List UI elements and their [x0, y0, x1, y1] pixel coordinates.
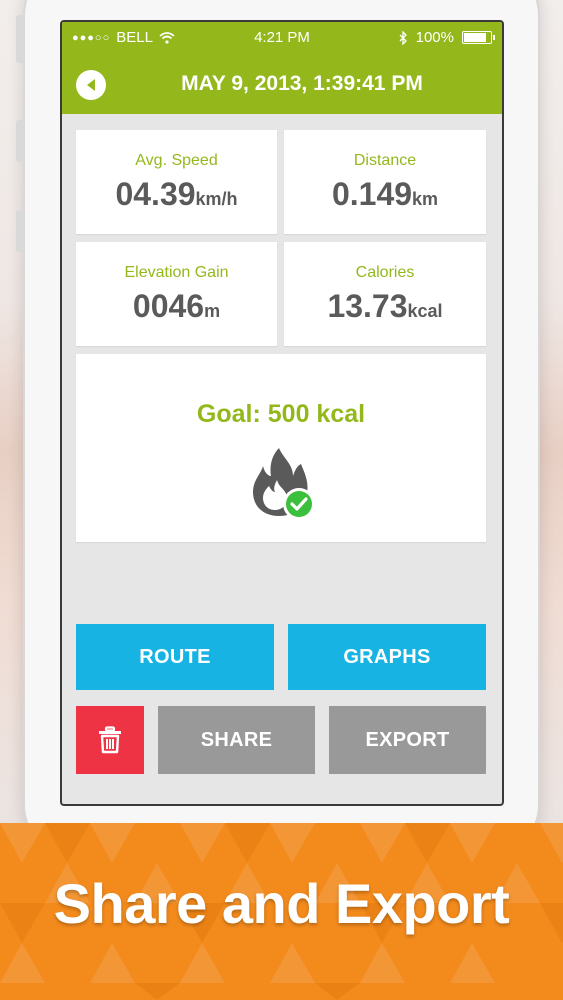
stat-value-row: 0046m — [76, 288, 277, 325]
phone-volume-up-button — [16, 120, 24, 162]
goal-card: Goal: 500 kcal — [76, 354, 486, 542]
stat-value: 04.39 — [115, 176, 196, 212]
stat-value-row: 13.73kcal — [284, 288, 486, 325]
phone-side-button — [16, 15, 24, 63]
stat-label: Avg. Speed — [135, 152, 218, 169]
battery-level-fill — [464, 33, 486, 42]
stat-unit: km — [412, 189, 439, 209]
stat-unit: m — [204, 301, 221, 321]
status-right: 100% — [399, 29, 495, 46]
back-arrow-icon — [87, 79, 95, 91]
battery-icon — [462, 31, 495, 44]
phone-volume-down-button — [16, 210, 24, 252]
stat-value: 0.149 — [331, 176, 413, 212]
stat-card-avg-speed: Avg. Speed 04.39km/h — [76, 130, 277, 234]
stat-label: Elevation Gain — [124, 264, 229, 281]
flame-check-icon — [253, 448, 315, 520]
status-bar: ●●●○○ BELL 4:21 PM 100% — [62, 22, 502, 54]
battery-percent: 100% — [415, 29, 454, 46]
stat-value-row: 0.149km — [284, 176, 486, 213]
stat-value: 13.73 — [327, 288, 408, 324]
share-button[interactable]: SHARE — [158, 706, 315, 774]
promo-banner: Share and Export — [0, 823, 563, 1000]
delete-button[interactable] — [76, 706, 144, 774]
stat-card-elevation-gain: Elevation Gain 0046m — [76, 242, 277, 346]
bluetooth-icon — [399, 30, 407, 45]
back-button[interactable] — [76, 70, 106, 100]
stat-unit: km/h — [195, 189, 238, 209]
graphs-button[interactable]: GRAPHS — [288, 624, 486, 690]
stat-unit: kcal — [407, 301, 443, 321]
stat-label: Distance — [353, 152, 417, 169]
stat-card-distance: Distance 0.149km — [284, 130, 486, 234]
stat-card-calories: Calories 13.73kcal — [284, 242, 486, 346]
app-header: ●●●○○ BELL 4:21 PM 100% MAY 9, 2013, 1:3… — [62, 22, 502, 114]
goal-label: Goal: 500 kcal — [196, 400, 366, 428]
app-screen: ●●●○○ BELL 4:21 PM 100% MAY 9, 2013, 1:3… — [60, 20, 504, 806]
page-title: MAY 9, 2013, 1:39:41 PM — [181, 72, 423, 95]
trash-icon — [99, 726, 121, 754]
route-button[interactable]: ROUTE — [76, 624, 274, 690]
stat-label: Calories — [355, 264, 415, 281]
stat-value-row: 04.39km/h — [76, 176, 277, 213]
banner-caption: Share and Export — [53, 872, 510, 935]
export-button[interactable]: EXPORT — [329, 706, 486, 774]
stat-value: 0046 — [132, 288, 205, 324]
